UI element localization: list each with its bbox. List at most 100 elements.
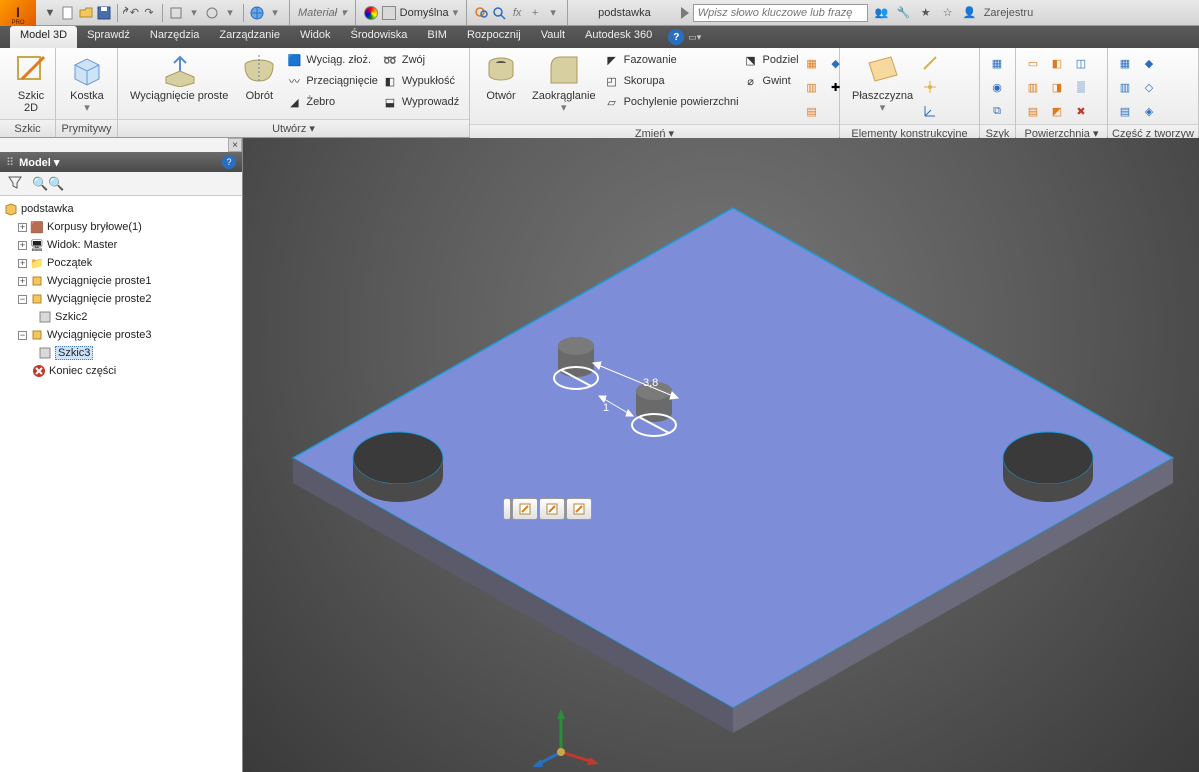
tree-item-poczatek[interactable]: +📁Początek (4, 254, 238, 272)
plastic-icon[interactable]: ▤ (1114, 100, 1136, 122)
thread-button[interactable]: ⌀Gwint (741, 71, 801, 91)
tab-narzedzia[interactable]: Narzędzia (140, 26, 210, 48)
tab-zarzadzanie[interactable]: Zarządzanie (209, 26, 290, 48)
surf-icon[interactable]: ✖ (1070, 100, 1092, 122)
sweep-button[interactable]: 〰Przeciągnięcie (284, 71, 380, 91)
fx-icon[interactable]: fx (509, 5, 525, 21)
find-icon[interactable]: 🔍⁠🔍 (32, 176, 64, 192)
chevron-down-icon[interactable]: ▾ (222, 5, 238, 21)
loft-button[interactable]: 🟦Wyciąg. złoż. (284, 50, 380, 70)
hole-button[interactable]: Otwór (476, 50, 526, 104)
tree-item-szkic2[interactable]: Szkic2 (4, 308, 238, 326)
open-icon[interactable] (78, 5, 94, 21)
zoom-all-icon[interactable] (473, 5, 489, 21)
globe-icon[interactable] (249, 5, 265, 21)
minimize-ribbon-icon[interactable]: ▭▾ (688, 32, 701, 43)
surf-icon[interactable]: ◧ (1046, 52, 1068, 74)
rib-button[interactable]: ◢Żebro (284, 92, 380, 112)
derive-button[interactable]: ⬓Wyprowadź (380, 92, 461, 112)
qat-generic-icon[interactable] (168, 5, 184, 21)
material-dropdown[interactable]: Materiał ▾ (290, 0, 356, 25)
tab-sprawdz[interactable]: Sprawdź (77, 26, 140, 48)
surf-icon[interactable]: ◨ (1046, 76, 1068, 98)
plastic-icon[interactable]: ▥ (1114, 76, 1136, 98)
expand-icon[interactable]: + (18, 277, 27, 286)
appearance-dropdown[interactable]: Domyślna ▾ (356, 0, 467, 25)
tree-item-korpusy[interactable]: +🟫Korpusy bryłowe(1) (4, 218, 238, 236)
sketch-2d-button[interactable]: Szkic 2D (6, 50, 56, 116)
extrude-button[interactable]: Wyciągnięcie proste (124, 50, 234, 104)
coil-button[interactable]: ➿Zwój (380, 50, 461, 70)
tab-model-3d[interactable]: Model 3D (10, 26, 77, 48)
hud-grip-icon[interactable] (503, 498, 511, 520)
fillet-button[interactable]: Zaokrąglanie▾ (526, 50, 602, 116)
save-icon[interactable] (96, 5, 112, 21)
zoom-icon[interactable] (491, 5, 507, 21)
user-icon[interactable]: 👤 (962, 5, 978, 21)
binoculars-icon[interactable]: 👥 (874, 5, 890, 21)
search-input[interactable] (693, 4, 868, 22)
account-label[interactable]: Zarejestru (984, 7, 1034, 19)
panel-title-utworz[interactable]: Utwórz ▾ (118, 119, 469, 137)
browser-header[interactable]: ⠿ Model ▾ ? (0, 152, 242, 172)
mini-icon[interactable]: ▦ (801, 52, 823, 74)
shell-button[interactable]: ◰Skorupa (602, 71, 741, 91)
tab-srodowiska[interactable]: Środowiska (341, 26, 418, 48)
plastic-icon[interactable]: ◈ (1138, 100, 1160, 122)
surf-icon[interactable]: ▤ (1022, 100, 1044, 122)
mini-icon[interactable]: ▤ (801, 100, 823, 122)
close-icon[interactable]: × (228, 138, 242, 152)
filter-icon[interactable] (8, 175, 22, 192)
redo-icon[interactable]: ↷ (141, 5, 157, 21)
chevron-down-icon[interactable]: ▾ (267, 5, 283, 21)
expand-icon[interactable]: − (18, 295, 27, 304)
tab-rozpocznij[interactable]: Rozpocznij (457, 26, 531, 48)
tree-root[interactable]: podstawka (4, 200, 238, 218)
undo-icon[interactable]: ↶ (123, 5, 139, 21)
tree-item-extrude2[interactable]: −Wyciągnięcie proste2 (4, 290, 238, 308)
tab-widok[interactable]: Widok (290, 26, 341, 48)
doc-arrow-icon[interactable] (681, 7, 689, 19)
box-primitive-button[interactable]: Kostka▾ (62, 50, 112, 116)
tab-bim[interactable]: BIM (417, 26, 457, 48)
chevron-down-icon[interactable]: ▾ (545, 5, 561, 21)
qat-generic2-icon[interactable] (204, 5, 220, 21)
help-icon[interactable]: ? (222, 155, 236, 169)
revolve-button[interactable]: Obrót (234, 50, 284, 104)
ucs-icon[interactable] (919, 100, 941, 122)
plastic-icon[interactable]: ▦ (1114, 52, 1136, 74)
expand-icon[interactable]: + (18, 259, 27, 268)
new-icon[interactable] (60, 5, 76, 21)
mini-icon[interactable]: ▥ (801, 76, 823, 98)
plastic-icon[interactable]: ◆ (1138, 52, 1160, 74)
pattern-rect-icon[interactable]: ▦ (986, 52, 1008, 74)
expand-icon[interactable]: − (18, 331, 27, 340)
surf-icon[interactable]: ▭ (1022, 52, 1044, 74)
hud-edit-sketch-button[interactable] (512, 498, 538, 520)
chevron-down-icon[interactable]: ▾ (186, 5, 202, 21)
app-icon[interactable]: IPRO (0, 0, 36, 26)
surf-icon[interactable]: ◩ (1046, 100, 1068, 122)
key-icon[interactable]: 🔧 (896, 5, 912, 21)
surf-icon[interactable]: ◫ (1070, 52, 1092, 74)
pattern-circ-icon[interactable]: ◉ (986, 76, 1008, 98)
chamfer-button[interactable]: ◤Fazowanie (602, 50, 741, 70)
point-icon[interactable] (919, 76, 941, 98)
tree-item-widok[interactable]: +🖥Widok: Master (4, 236, 238, 254)
tree-item-szkic3[interactable]: Szkic3 (4, 344, 238, 362)
hud-edit-feature-button[interactable] (539, 498, 565, 520)
surf-icon[interactable]: ▒ (1070, 76, 1092, 98)
help-icon[interactable]: ? (668, 29, 684, 45)
expand-icon[interactable]: + (18, 241, 27, 250)
hud-properties-button[interactable] (566, 498, 592, 520)
plus-icon[interactable]: + (527, 5, 543, 21)
star-icon[interactable]: ★ (918, 5, 934, 21)
viewport[interactable]: 3,8 1 (243, 138, 1199, 772)
plastic-icon[interactable]: ◇ (1138, 76, 1160, 98)
tab-vault[interactable]: Vault (531, 26, 575, 48)
tree-item-extrude3[interactable]: −Wyciągnięcie proste3 (4, 326, 238, 344)
tab-autodesk360[interactable]: Autodesk 360 (575, 26, 662, 48)
qat-dropdown-icon[interactable]: ▼ (42, 5, 58, 21)
split-button[interactable]: ⬔Podziel (741, 50, 801, 70)
expand-icon[interactable]: + (18, 223, 27, 232)
